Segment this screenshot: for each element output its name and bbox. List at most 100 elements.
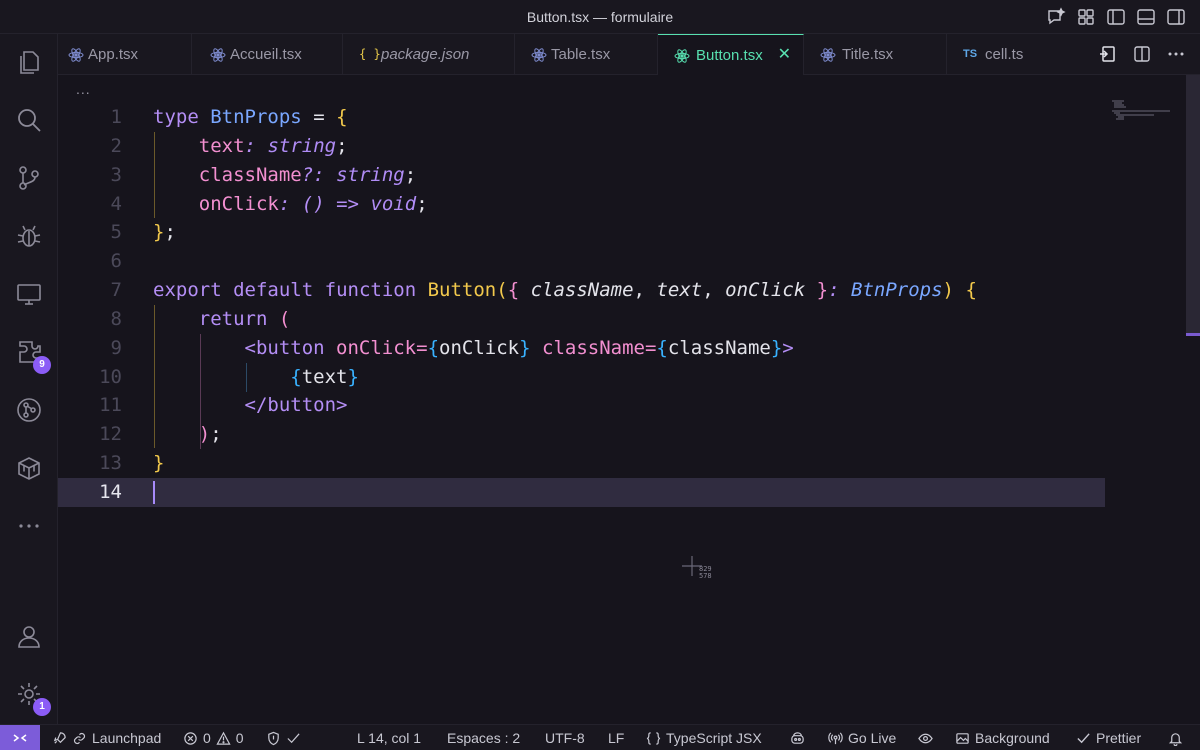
tab-app[interactable]: App.tsx — [58, 34, 192, 75]
more-icon[interactable] — [13, 510, 45, 542]
rocket-icon — [53, 731, 66, 744]
indentation[interactable]: Espaces : 2 — [447, 725, 520, 750]
ts-icon: TS — [963, 48, 978, 60]
explorer-icon[interactable] — [13, 46, 45, 78]
code-line: 11 </button> — [99, 394, 348, 417]
editor-tabs: App.tsx Accueil.tsx { } package.json Tab… — [58, 34, 1200, 75]
code-line: 7 export default function Button({ classN… — [110, 279, 977, 302]
toggle-secondary-sidebar-icon[interactable] — [1166, 7, 1186, 27]
tab-label: Accueil.tsx — [230, 46, 302, 63]
pointer-coordinate-readout: 829 578 — [699, 565, 712, 580]
tab-table[interactable]: Table.tsx — [515, 34, 658, 75]
settings-gear-icon[interactable]: 1 — [13, 678, 51, 716]
tab-accueil[interactable]: Accueil.tsx — [192, 34, 343, 75]
end-of-line[interactable]: LF — [608, 725, 624, 750]
toggle-panel-icon[interactable] — [1136, 7, 1156, 27]
link-icon — [73, 732, 86, 744]
toggle-sidebar-icon[interactable] — [1106, 7, 1126, 27]
code-line: 8 return ( — [110, 307, 291, 330]
extensions-icon[interactable]: 9 — [13, 336, 51, 374]
code-line: 3 className?: string; — [110, 163, 417, 186]
launchpad-label: Launchpad — [92, 730, 162, 746]
current-line[interactable]: 14 — [58, 477, 1105, 507]
scrollbar[interactable] — [1186, 75, 1200, 335]
title-actions — [1046, 7, 1186, 27]
react-icon — [68, 48, 84, 62]
warning-count: 0 — [235, 730, 244, 746]
account-icon[interactable] — [13, 620, 45, 652]
warning-icon — [216, 731, 231, 745]
minimap[interactable] — [1110, 99, 1180, 129]
error-icon — [184, 731, 197, 745]
tab-title[interactable]: Title.tsx — [804, 34, 947, 75]
code-line: 6 — [110, 250, 122, 273]
title-bar: Button.tsx — formulaire — [0, 0, 1200, 34]
check-icon — [287, 732, 300, 743]
notifications-item[interactable] — [1168, 725, 1183, 750]
code-line: 5}; — [110, 221, 176, 244]
code-line: 12 ); — [99, 423, 222, 446]
shield-icon — [268, 731, 279, 745]
tab-package-json[interactable]: { } package.json — [343, 34, 515, 75]
error-count: 0 — [203, 730, 211, 746]
prettier-label: Prettier — [1096, 730, 1142, 746]
remote-icon — [13, 734, 27, 742]
go-live-button[interactable]: Go Live — [828, 725, 896, 750]
background-item[interactable]: Background — [955, 725, 1050, 750]
code-line: 10 {text} — [99, 365, 359, 388]
launchpad-item[interactable]: Launchpad — [52, 725, 161, 750]
copilot-icon — [791, 731, 804, 744]
prettier-item[interactable]: Prettier — [1076, 725, 1141, 750]
problems-item[interactable]: 0 0 — [183, 725, 244, 750]
source-control-icon[interactable] — [13, 162, 45, 194]
tab-label: package.json — [381, 46, 470, 63]
editor-actions — [1098, 44, 1186, 64]
scrollbar-cursor-marker — [1186, 333, 1200, 336]
activity-bar: 9 1 — [0, 34, 58, 724]
close-icon[interactable]: ✕ — [778, 47, 791, 63]
text-cursor — [153, 480, 155, 504]
tab-label: cell.ts — [985, 46, 1024, 63]
bell-icon — [1168, 732, 1183, 746]
tab-button[interactable]: Button.tsx ✕ — [658, 34, 804, 75]
language-mode[interactable]: TypeScript JSX — [646, 725, 762, 750]
tab-cell[interactable]: TS cell.ts — [947, 34, 1087, 75]
check-icon — [1077, 732, 1090, 743]
settings-badge: 1 — [33, 698, 51, 716]
more-actions-icon[interactable] — [1166, 44, 1186, 64]
code-line: 9 <button onClick={onClick} className={c… — [110, 336, 794, 359]
tab-label: Title.tsx — [842, 46, 894, 63]
copilot-chat-icon[interactable] — [1046, 7, 1066, 27]
open-changes-icon[interactable] — [1098, 44, 1118, 64]
code-line: 1 type BtnProps = { — [110, 106, 348, 128]
git-graph-icon[interactable] — [13, 394, 45, 426]
copilot-item[interactable] — [790, 725, 805, 750]
split-editor-icon[interactable] — [1132, 44, 1152, 64]
braces-icon — [646, 731, 661, 745]
tab-label: Button.tsx — [696, 47, 763, 64]
code-area[interactable]: 1 type BtnProps = { 2 text: string; 3 cla… — [58, 103, 1188, 507]
preview-item[interactable] — [918, 725, 933, 750]
shield-check-item[interactable] — [266, 725, 301, 750]
cursor-position[interactable]: L 14, col 1 — [357, 725, 421, 750]
extensions-badge: 9 — [33, 356, 51, 374]
status-bar: Launchpad 0 0 L 14, col 1 Espaces : 2 UT… — [0, 724, 1200, 750]
remote-indicator[interactable] — [0, 725, 40, 750]
debug-icon[interactable] — [13, 220, 45, 252]
layout-grid-icon[interactable] — [1076, 7, 1096, 27]
react-icon — [531, 48, 547, 62]
language-label: TypeScript JSX — [666, 730, 762, 746]
remote-explorer-icon[interactable] — [13, 278, 45, 310]
react-icon — [210, 48, 226, 62]
go-live-label: Go Live — [848, 730, 897, 746]
code-line: 4 onClick: () => void; — [110, 192, 428, 215]
code-line: 13} — [99, 452, 165, 475]
react-icon — [820, 48, 836, 62]
breadcrumb[interactable]: ... — [76, 81, 91, 97]
image-icon — [956, 732, 969, 744]
encoding[interactable]: UTF-8 — [545, 725, 585, 750]
search-icon[interactable] — [13, 104, 45, 136]
code-editor[interactable]: ... 1 type BtnProps = { 2 text: string; 3… — [58, 75, 1200, 724]
packages-icon[interactable] — [13, 452, 45, 484]
broadcast-icon — [828, 731, 843, 744]
